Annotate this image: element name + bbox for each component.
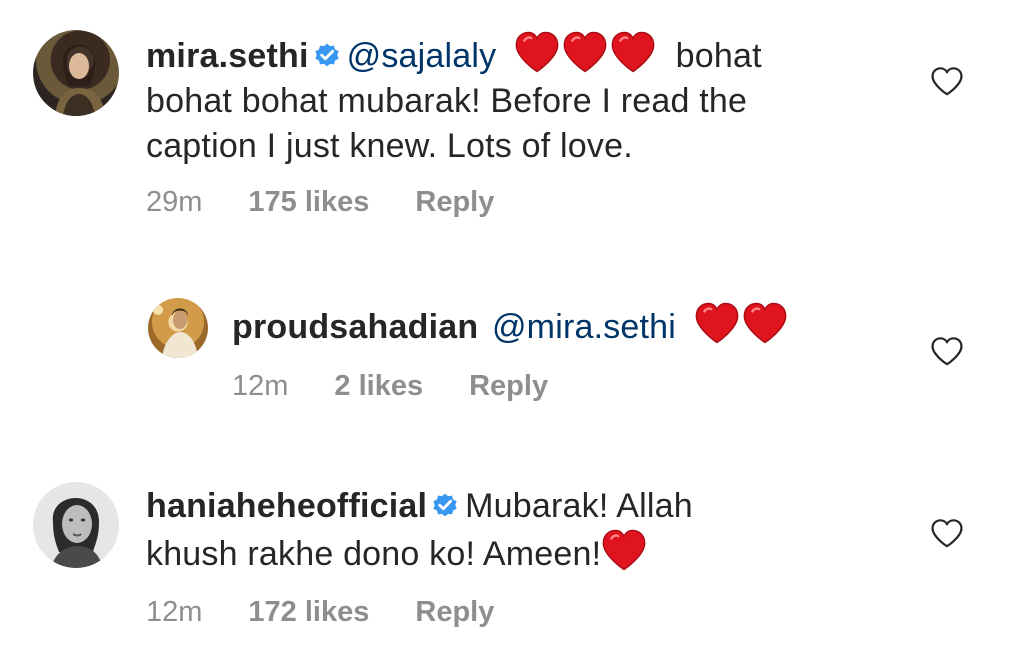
comment-body: khush rakhe dono ko! Ameen! [146,535,602,573]
likes-count[interactable]: 2 likes [334,370,423,402]
mention-link[interactable]: @mira.sethi [492,308,676,346]
comment-item: haniaheheofficial Mubarak! Allah khush ra… [0,460,1024,654]
comment-meta: 12m 172 likes Reply [146,596,540,629]
red-heart-emoji-icon [610,31,656,73]
reply-button[interactable]: Reply [415,596,494,628]
avatar[interactable] [148,298,208,358]
comment-text: proudsahadian @mira.sethi [232,302,892,350]
heart-outline-icon[interactable] [930,518,964,549]
verified-badge-icon [313,41,341,69]
comment-item: mira.sethi @sajalaly bohat bohat bohat mu… [0,0,1024,240]
likes-count[interactable]: 172 likes [248,596,369,628]
comment-body: Mubarak! Allah [465,487,693,525]
comment-text: haniaheheofficial Mubarak! Allah khush ra… [146,484,906,577]
comment-meta: 12m 2 likes Reply [232,370,594,403]
timestamp[interactable]: 12m [146,596,202,628]
comment-text: mira.sethi @sajalaly bohat bohat bohat mu… [146,31,906,169]
comment-body: bohat bohat mubarak! Before I read the [146,82,748,120]
red-heart-emoji-icon [601,529,647,571]
timestamp[interactable]: 29m [146,186,202,218]
heart-outline-icon[interactable] [930,66,964,97]
timestamp[interactable]: 12m [232,370,288,402]
avatar[interactable] [33,30,119,116]
reply-comment-item: proudsahadian @mira.sethi 12m 2 likes Repl… [0,280,1024,430]
reply-button[interactable]: Reply [415,186,494,218]
red-heart-emoji-icon [742,302,788,344]
comment-body: caption I just knew. Lots of love. [146,127,633,165]
red-heart-emoji-icon [514,31,560,73]
mention-link[interactable]: @sajalaly [347,37,497,75]
likes-count[interactable]: 175 likes [248,186,369,218]
comment-body: bohat [675,37,762,75]
red-heart-emoji-icon [562,31,608,73]
username[interactable]: haniaheheofficial [146,487,427,525]
reply-button[interactable]: Reply [469,370,548,402]
comment-meta: 29m 175 likes Reply [146,186,540,219]
verified-badge-icon [431,491,459,519]
username[interactable]: proudsahadian [232,308,478,346]
username[interactable]: mira.sethi [146,37,309,75]
avatar[interactable] [33,482,119,568]
heart-outline-icon[interactable] [930,336,964,367]
red-heart-emoji-icon [694,302,740,344]
